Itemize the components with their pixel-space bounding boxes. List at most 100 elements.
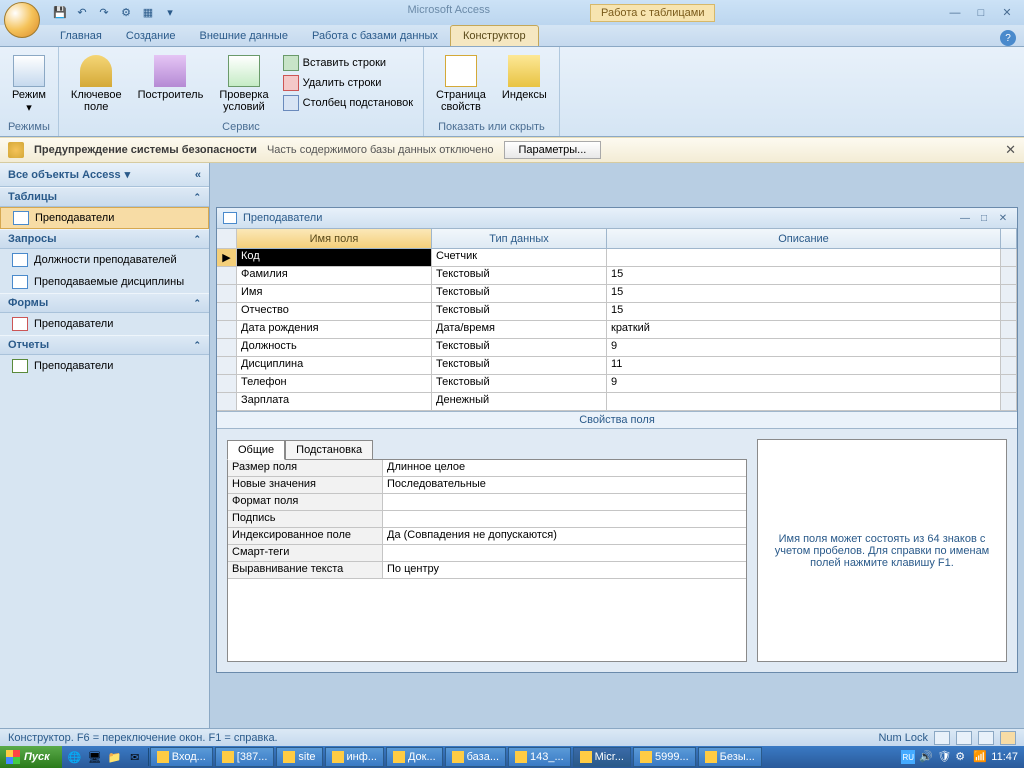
field-desc-cell[interactable]: краткий — [607, 321, 1001, 339]
field-name-cell[interactable]: Должность — [237, 339, 432, 357]
redo-icon[interactable] — [95, 4, 113, 22]
nav-item-report[interactable]: Преподаватели — [0, 355, 209, 377]
tab-design[interactable]: Конструктор — [450, 25, 539, 46]
field-name-cell[interactable]: Дата рождения — [237, 321, 432, 339]
minimize-button[interactable]: — — [944, 5, 966, 21]
row-selector[interactable] — [217, 303, 237, 321]
field-desc-cell[interactable]: 15 — [607, 285, 1001, 303]
tray-icon[interactable]: 🛡 — [937, 750, 951, 764]
field-type-cell[interactable]: Текстовый — [432, 375, 607, 393]
lang-indicator[interactable]: RU — [901, 750, 915, 764]
field-property-row[interactable]: Смарт-теги — [228, 545, 746, 562]
field-type-cell[interactable]: Счетчик — [432, 249, 607, 267]
field-desc-cell[interactable]: 11 — [607, 357, 1001, 375]
row-selector[interactable] — [217, 285, 237, 303]
field-type-cell[interactable]: Текстовый — [432, 267, 607, 285]
nav-item-query[interactable]: Преподаваемые дисциплины — [0, 271, 209, 293]
nav-category-queries[interactable]: Запросы⌃ — [0, 229, 209, 249]
fp-tab-general[interactable]: Общие — [227, 440, 285, 460]
tray-icon[interactable]: 🔊 — [919, 750, 933, 764]
field-desc-cell[interactable]: 15 — [607, 267, 1001, 285]
field-property-row[interactable]: Новые значенияПоследовательные — [228, 477, 746, 494]
design-grid-row[interactable]: ЗарплатаДенежный — [217, 393, 1017, 411]
qat-btn[interactable]: ▦ — [139, 4, 157, 22]
row-selector[interactable] — [217, 375, 237, 393]
design-grid-row[interactable]: Дата рожденияДата/времякраткий — [217, 321, 1017, 339]
taskbar-task-button[interactable]: [387... — [215, 747, 275, 767]
ql-desktop-icon[interactable]: 🖥 — [86, 748, 104, 766]
clock[interactable]: 11:47 — [991, 751, 1018, 763]
tab-database[interactable]: Работа с базами данных — [300, 26, 450, 46]
field-property-row[interactable]: Индексированное полеДа (Совпадения не до… — [228, 528, 746, 545]
field-property-row[interactable]: Выравнивание текстаПо центру — [228, 562, 746, 579]
field-name-cell[interactable]: Зарплата — [237, 393, 432, 411]
design-grid-row[interactable]: ДолжностьТекстовый9 — [217, 339, 1017, 357]
property-value[interactable]: Да (Совпадения не допускаются) — [383, 528, 746, 545]
validation-button[interactable]: Проверка условий — [213, 53, 274, 115]
taskbar-task-button[interactable]: Док... — [386, 747, 443, 767]
close-warning-icon[interactable]: ✕ — [1005, 142, 1016, 158]
field-name-cell[interactable]: Отчество — [237, 303, 432, 321]
field-property-row[interactable]: Формат поля — [228, 494, 746, 511]
collapse-nav-icon[interactable]: « — [195, 169, 201, 181]
nav-category-tables[interactable]: Таблицы⌃ — [0, 187, 209, 207]
qat-more[interactable]: ▾ — [161, 4, 179, 22]
row-selector[interactable] — [217, 321, 237, 339]
field-property-row[interactable]: Подпись — [228, 511, 746, 528]
primary-key-button[interactable]: Ключевое поле — [65, 53, 128, 115]
maximize-button[interactable]: □ — [970, 5, 992, 21]
design-grid-row[interactable]: ОтчествоТекстовый15 — [217, 303, 1017, 321]
view-switcher-pivot1[interactable] — [956, 731, 972, 745]
view-switcher-pivot2[interactable] — [978, 731, 994, 745]
design-grid-row[interactable]: ▶КодСчетчик — [217, 249, 1017, 267]
nav-item-table[interactable]: Преподаватели — [0, 207, 209, 229]
tab-external[interactable]: Внешние данные — [188, 26, 300, 46]
taskbar-task-button[interactable]: Вход... — [150, 747, 213, 767]
doc-close-button[interactable]: ✕ — [995, 211, 1011, 225]
field-desc-cell[interactable] — [607, 249, 1001, 267]
taskbar-task-button[interactable]: site — [276, 747, 322, 767]
select-all-corner[interactable] — [217, 229, 237, 249]
property-value[interactable] — [383, 545, 746, 562]
ql-icon[interactable]: 📁 — [106, 748, 124, 766]
doc-minimize-button[interactable]: — — [957, 211, 973, 225]
field-property-row[interactable]: Размер поляДлинное целое — [228, 460, 746, 477]
nav-item-form[interactable]: Преподаватели — [0, 313, 209, 335]
view-switcher-design[interactable] — [1000, 731, 1016, 745]
tab-create[interactable]: Создание — [114, 26, 188, 46]
field-desc-cell[interactable] — [607, 393, 1001, 411]
doc-maximize-button[interactable]: □ — [976, 211, 992, 225]
tab-home[interactable]: Главная — [48, 26, 114, 46]
tray-icon[interactable]: ⚙ — [955, 750, 969, 764]
col-header-desc[interactable]: Описание — [607, 229, 1001, 249]
help-icon[interactable]: ? — [1000, 30, 1016, 46]
col-header-name[interactable]: Имя поля — [237, 229, 432, 249]
property-value[interactable] — [383, 511, 746, 528]
insert-rows-button[interactable]: Вставить строки — [279, 53, 417, 73]
taskbar-task-button[interactable]: база... — [445, 747, 506, 767]
field-desc-cell[interactable]: 9 — [607, 339, 1001, 357]
field-type-cell[interactable]: Текстовый — [432, 285, 607, 303]
field-type-cell[interactable]: Текстовый — [432, 303, 607, 321]
builder-button[interactable]: Построитель — [132, 53, 210, 103]
taskbar-task-button[interactable]: 5999... — [633, 747, 696, 767]
property-value[interactable]: Длинное целое — [383, 460, 746, 477]
view-button[interactable]: Режим ▾ — [6, 53, 52, 116]
office-button[interactable] — [4, 2, 40, 38]
col-header-type[interactable]: Тип данных — [432, 229, 607, 249]
nav-category-reports[interactable]: Отчеты⌃ — [0, 335, 209, 355]
tray-icon[interactable]: 📶 — [973, 750, 987, 764]
row-selector[interactable]: ▶ — [217, 249, 237, 267]
save-icon[interactable] — [51, 4, 69, 22]
design-grid-row[interactable]: ТелефонТекстовый9 — [217, 375, 1017, 393]
doc-titlebar[interactable]: Преподаватели — □ ✕ — [217, 208, 1017, 228]
property-value[interactable]: Последовательные — [383, 477, 746, 494]
lookup-column-button[interactable]: Столбец подстановок — [279, 93, 417, 113]
delete-rows-button[interactable]: Удалить строки — [279, 73, 417, 93]
taskbar-task-button[interactable]: Micr... — [573, 747, 631, 767]
field-type-cell[interactable]: Текстовый — [432, 339, 607, 357]
property-value[interactable]: По центру — [383, 562, 746, 579]
nav-header[interactable]: Все объекты Access ▾ « — [0, 163, 209, 187]
nav-category-forms[interactable]: Формы⌃ — [0, 293, 209, 313]
security-options-button[interactable]: Параметры... — [504, 141, 602, 159]
